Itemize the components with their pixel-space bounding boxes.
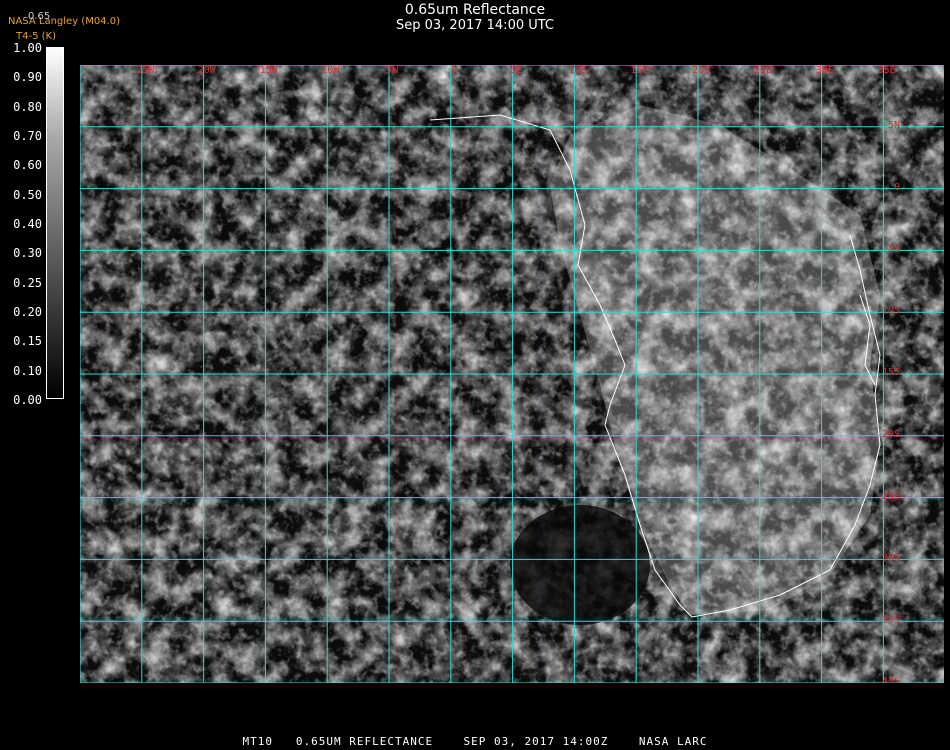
colorbar-tick-label: 0.10: [13, 363, 42, 378]
colorbar-tick-label: 0.70: [13, 129, 42, 143]
colorbar-tick-label: 1.00: [13, 41, 42, 55]
map-subtitle: Sep 03, 2017 14:00 UTC: [395, 18, 555, 33]
satellite-map: 25W 20W 15W 10W 5W 0 5E 10E 15E 20E 25E 30E 35E 5N 0 5…: [80, 65, 944, 683]
latitude-label: 35S: [882, 614, 900, 625]
colorbar-tick-label: 0.40: [13, 217, 42, 231]
longitude-label: 10E: [569, 65, 587, 76]
longitude-label: 30E: [816, 65, 834, 76]
image-footer: MT10 0.65UM REFLECTANCE SEP 03, 2017 14:…: [242, 735, 708, 748]
colorbar-tick-label: 0.15: [13, 334, 42, 349]
longitude-label: 0: [451, 65, 457, 76]
latitude-label: 0: [894, 182, 900, 193]
clear-sky-region: [510, 505, 650, 625]
latitude-label: 5S: [888, 244, 900, 255]
longitude-label: 35E: [878, 65, 896, 76]
colorbar-tick-label: 0.25: [13, 275, 42, 290]
latitude-label: 25S: [882, 491, 900, 502]
longitude-label: 25E: [754, 65, 772, 76]
longitude-label: 20W: [198, 65, 217, 76]
latitude-label: 10S: [882, 305, 900, 316]
latitude-label: 15S: [882, 367, 900, 378]
longitude-label: 5W: [386, 65, 399, 76]
longitude-label: 15W: [260, 65, 279, 76]
colorbar-tick-label: 0.00: [13, 393, 42, 407]
map-title: 0.65um Reflectance: [404, 2, 546, 18]
longitude-label: 20E: [692, 65, 710, 76]
latitude-label: 40S: [882, 676, 900, 683]
colorbar-tick-label: 0.50: [13, 187, 42, 202]
colorbar-tick-label: 0.20: [13, 305, 42, 319]
scale-top-value: 0.65: [28, 11, 51, 22]
latitude-label: 20S: [882, 429, 900, 440]
reflectance-colorbar: [46, 47, 64, 399]
colorbar-tick-label: 0.30: [13, 246, 42, 261]
colorbar-tick-label: 0.80: [13, 99, 42, 114]
longitude-label: 5E: [510, 65, 522, 76]
credit-label: NASA Langley (M04.0): [8, 16, 120, 27]
colorbar-tick-label: 0.90: [13, 70, 42, 85]
colorbar-tick-label: 0.60: [13, 158, 42, 173]
latitude-label: 30S: [882, 553, 900, 564]
longitude-label: 15E: [630, 65, 648, 76]
longitude-label: 25W: [136, 65, 155, 76]
latitude-label: 5N: [888, 120, 900, 131]
longitude-label: 10W: [321, 65, 340, 76]
